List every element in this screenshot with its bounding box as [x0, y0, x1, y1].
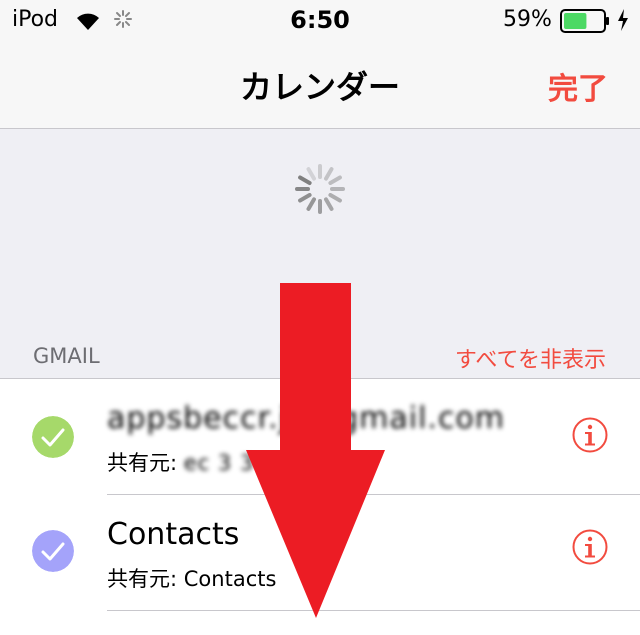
- shared-by-value: ec 3 3 e a: [183, 451, 298, 475]
- row-divider: [107, 610, 640, 611]
- status-bar: iPod 6:50 59%: [0, 0, 640, 40]
- calendar-row-contacts[interactable]: Contacts 共有元: Contacts: [0, 495, 640, 610]
- done-button[interactable]: 完了: [548, 64, 608, 108]
- section-title: GMAIL: [33, 344, 100, 368]
- calendar-name: Contacts: [107, 517, 240, 552]
- page-title: カレンダー: [239, 68, 400, 106]
- section-header-gmail: GMAIL すべてを非表示: [0, 334, 640, 378]
- calendar-name: appsbeccr.jp@gmail.com: [107, 401, 506, 436]
- charging-bolt-icon: [618, 9, 628, 31]
- spinner-spoke: [328, 193, 342, 203]
- spinner-spoke: [324, 197, 334, 211]
- battery-icon: [560, 9, 609, 33]
- spinner-spoke: [306, 197, 316, 211]
- hide-all-button[interactable]: すべてを非表示: [455, 342, 606, 374]
- checkmark-icon[interactable]: [32, 416, 74, 458]
- shared-by-value: Contacts: [183, 567, 277, 591]
- info-icon[interactable]: [572, 417, 608, 453]
- calendar-row-gmail[interactable]: appsbeccr.jp@gmail.com 共有元: ec 3 3 e a: [0, 379, 640, 494]
- spinner-spoke: [298, 193, 312, 203]
- checkmark-icon[interactable]: [32, 530, 74, 572]
- shared-by-text: 共有元: Contacts: [107, 563, 276, 593]
- spinner-spoke: [324, 167, 334, 181]
- navigation-bar: カレンダー 完了: [0, 40, 640, 129]
- battery-percent: 59%: [503, 7, 552, 32]
- shared-by-text: 共有元: ec 3 3 e a: [107, 447, 297, 477]
- calendar-list: appsbeccr.jp@gmail.com 共有元: ec 3 3 e a C…: [0, 378, 640, 635]
- info-icon[interactable]: [572, 529, 608, 565]
- shared-by-label: 共有元:: [107, 451, 184, 475]
- spinner-spoke: [298, 175, 312, 185]
- spinner-spoke: [328, 175, 342, 185]
- shared-by-label: 共有元:: [107, 567, 184, 591]
- loading-spinner-icon: [295, 164, 345, 214]
- spinner-spoke: [306, 167, 316, 181]
